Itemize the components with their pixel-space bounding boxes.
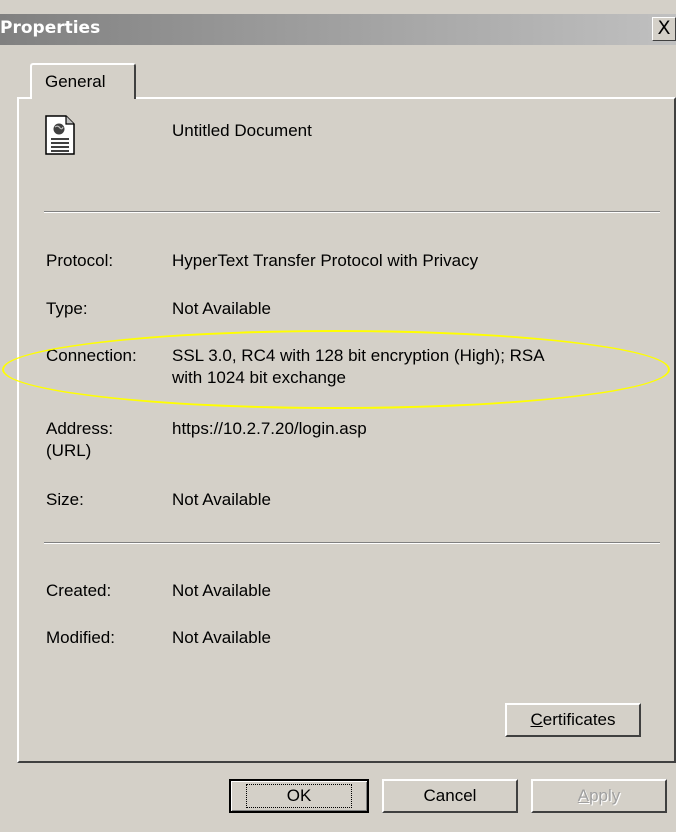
protocol-value: HyperText Transfer Protocol with Privacy — [172, 251, 479, 270]
apply-button[interactable]: Apply — [531, 779, 667, 813]
modified-label: Modified: — [46, 628, 115, 647]
close-button[interactable]: X — [652, 17, 676, 41]
title-bar[interactable]: Properties X — [0, 14, 676, 45]
ok-button[interactable]: OK — [229, 779, 369, 813]
address-url-label: (URL) — [46, 441, 92, 460]
cancel-button[interactable]: Cancel — [382, 779, 518, 813]
connection-value-line1: SSL 3.0, RC4 with 128 bit encryption (Hi… — [172, 346, 545, 365]
separator — [44, 211, 660, 213]
type-value: Not Available — [172, 299, 271, 318]
connection-label: Connection: — [46, 346, 137, 365]
type-label: Type: — [46, 299, 88, 318]
created-value: Not Available — [172, 581, 271, 600]
document-name: Untitled Document — [172, 121, 312, 140]
protocol-label: Protocol: — [46, 251, 114, 270]
separator — [44, 542, 660, 544]
ok-label: OK — [245, 784, 353, 808]
apply-mnemonic: A — [577, 786, 590, 805]
address-value: https://10.2.7.20/login.asp — [172, 419, 367, 438]
connection-value-line2: with 1024 bit exchange — [172, 368, 346, 387]
address-label: Address: — [46, 419, 114, 438]
size-value: Not Available — [172, 490, 271, 509]
modified-value: Not Available — [172, 628, 271, 647]
certificates-label: ertificates — [542, 710, 616, 729]
properties-dialog: Properties X General Untitled Document P… — [0, 0, 676, 832]
close-icon: X — [657, 17, 671, 39]
created-label: Created: — [46, 581, 112, 600]
tab-general-label: General — [45, 72, 106, 91]
cancel-label: Cancel — [423, 786, 477, 805]
certificates-mnemonic: C — [530, 710, 543, 729]
tab-general[interactable]: General — [30, 63, 136, 99]
certificates-button[interactable]: Certificates — [505, 703, 641, 737]
apply-label: pply — [589, 786, 621, 805]
size-label: Size: — [46, 490, 84, 509]
web-document-icon — [45, 115, 75, 155]
window-title: Properties — [0, 18, 101, 38]
